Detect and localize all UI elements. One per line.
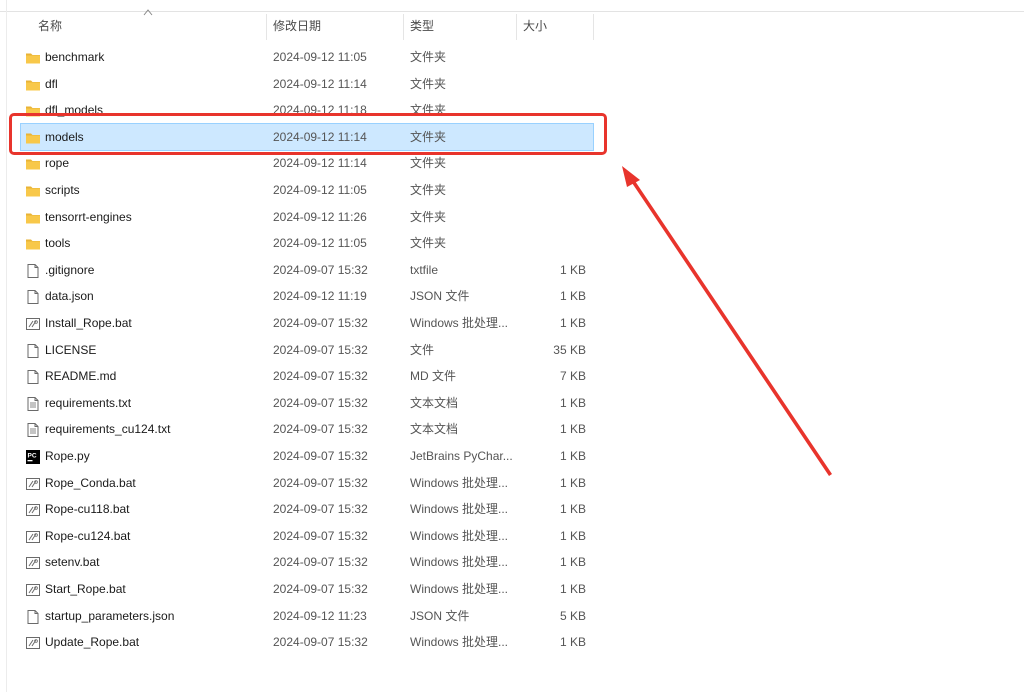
annotation-arrow bbox=[622, 166, 832, 476]
